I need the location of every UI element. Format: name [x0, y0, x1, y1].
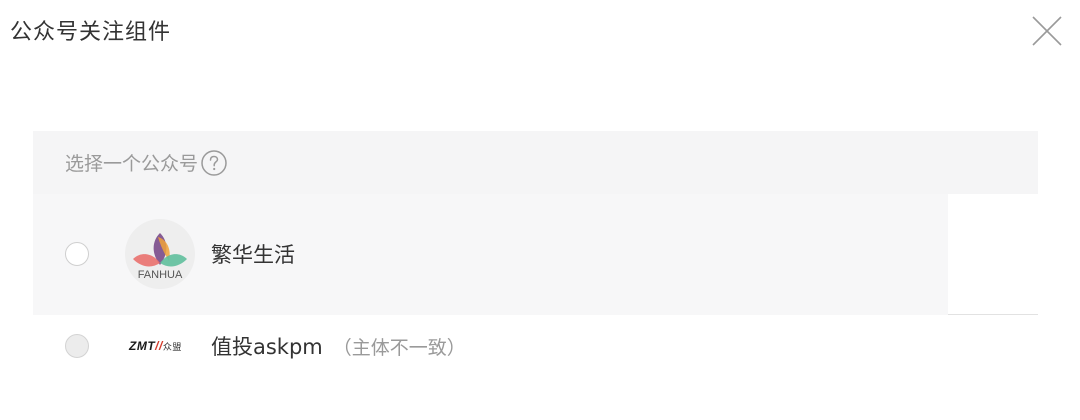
account-radio[interactable]: [65, 242, 89, 266]
account-name: 值投askpm （主体不一致）: [211, 331, 466, 361]
help-button[interactable]: [201, 149, 227, 176]
account-row-disabled: ZMT//众盟 值投askpm （主体不一致）: [33, 315, 1038, 377]
panel-header: 选择一个公众号: [33, 131, 1038, 194]
dialog-title: 公众号关注组件: [10, 20, 172, 45]
account-note: （主体不一致）: [332, 337, 466, 359]
zmt-logo: ZMT//众盟: [129, 339, 182, 353]
account-name: 繁华生活: [211, 243, 295, 267]
follow-widget-dialog: 公众号关注组件 选择一个公众号 FANHUA 繁华生活 ZMT//众盟 值投as…: [0, 0, 1080, 420]
account-select-panel: 选择一个公众号 FANHUA 繁华生活 ZMT//众盟 值投askpm （主体不…: [33, 131, 1038, 377]
close-icon: [1032, 16, 1062, 46]
close-button[interactable]: [1030, 14, 1064, 48]
avatar: FANHUA: [125, 219, 195, 289]
question-circle-icon: [201, 149, 227, 176]
avatar-label: FANHUA: [137, 269, 183, 281]
account-name-text: 值投askpm: [211, 335, 323, 359]
logo-text-accent: //: [155, 339, 163, 353]
logo-text-sub: 众盟: [162, 342, 182, 352]
logo-text-main: ZMT: [129, 339, 156, 353]
account-row[interactable]: FANHUA 繁华生活: [33, 194, 1038, 315]
account-radio-disabled: [65, 334, 89, 358]
panel-header-label: 选择一个公众号: [65, 153, 199, 175]
